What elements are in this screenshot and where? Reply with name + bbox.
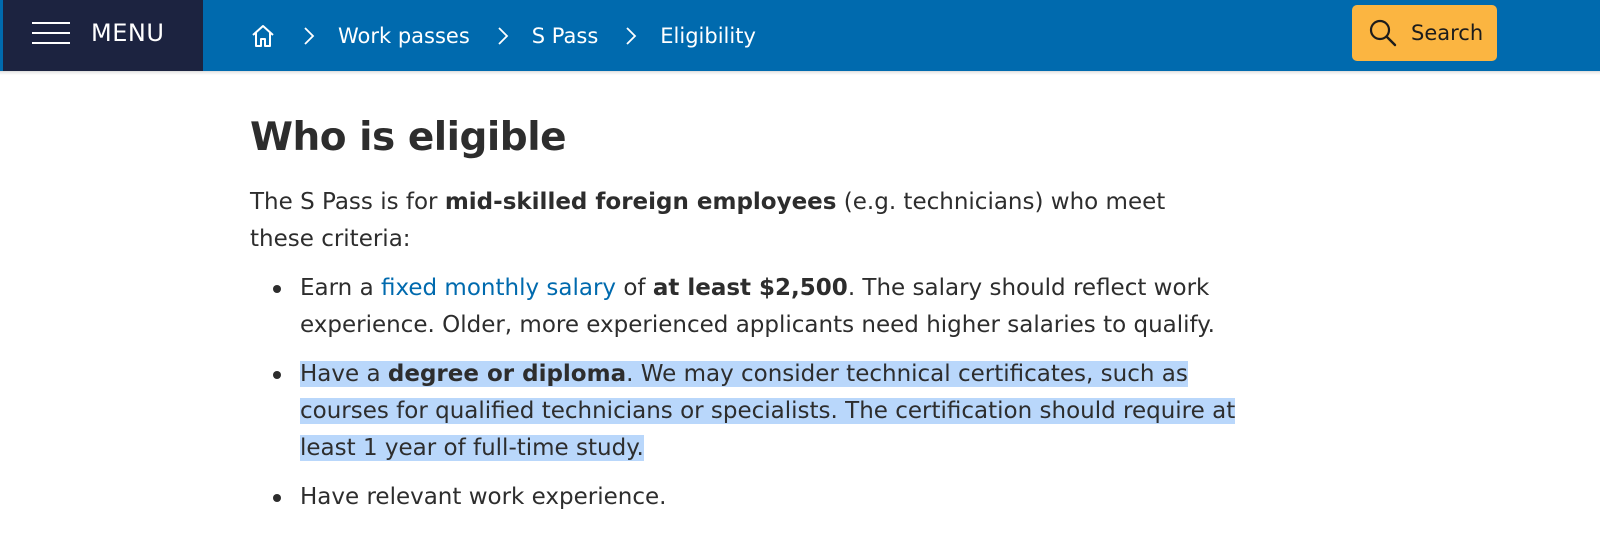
eligibility-criteria-list: Earn a fixed monthly salary of at least … <box>250 270 1250 516</box>
criterion-text: of <box>616 275 653 301</box>
fixed-monthly-salary-link[interactable]: fixed monthly salary <box>381 275 616 301</box>
page-title: Who is eligible <box>250 115 567 160</box>
menu-button[interactable]: MENU <box>3 0 203 71</box>
list-item-education: Have a degree or diploma. We may conside… <box>273 356 1245 467</box>
intro-text: The S Pass is for <box>250 189 445 215</box>
home-icon[interactable] <box>250 23 276 49</box>
chevron-right-icon <box>304 26 315 45</box>
header-shadow <box>0 71 1600 75</box>
breadcrumb-s-pass[interactable]: S Pass <box>532 24 598 48</box>
chevron-right-icon <box>498 26 509 45</box>
search-icon <box>1369 19 1397 47</box>
criterion-text: Have relevant work experience. <box>300 484 667 510</box>
search-button[interactable]: Search <box>1352 5 1497 61</box>
list-item-experience: Have relevant work experience. <box>273 479 1245 516</box>
criterion-bold-text: at least $2,500 <box>652 275 848 301</box>
bullet-icon <box>273 285 281 293</box>
intro-bold-text: mid-skilled foreign employees <box>444 189 837 215</box>
selected-text-highlight: Have a degree or diploma. We may conside… <box>300 361 1236 461</box>
criterion-bold-text: degree or diploma <box>387 361 627 387</box>
breadcrumb-work-passes[interactable]: Work passes <box>338 24 470 48</box>
bullet-icon <box>273 371 281 379</box>
breadcrumb: Work passes S Pass Eligibility <box>250 0 756 71</box>
top-navigation-bar: MENU Work passes S Pass Eligibility Sear… <box>0 0 1600 72</box>
breadcrumb-eligibility[interactable]: Eligibility <box>660 24 756 48</box>
chevron-right-icon <box>626 26 637 45</box>
criterion-text: Earn a <box>300 275 381 301</box>
main-content: Who is eligible The S Pass is for mid-sk… <box>250 108 1250 528</box>
criterion-text: Have a <box>300 361 388 387</box>
bullet-icon <box>273 494 281 502</box>
menu-label: MENU <box>91 19 165 47</box>
hamburger-icon <box>32 22 70 44</box>
search-label: Search <box>1411 21 1484 45</box>
intro-paragraph: The S Pass is for mid-skilled foreign em… <box>250 184 1230 258</box>
list-item-salary: Earn a fixed monthly salary of at least … <box>273 270 1245 344</box>
